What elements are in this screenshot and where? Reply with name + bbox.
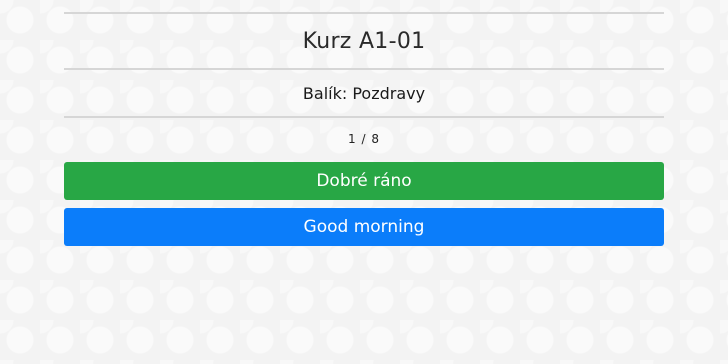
progress-counter: 1 / 8	[348, 132, 380, 146]
flashcard-panel: Kurz A1-01 Balík: Pozdravy 1 / 8 Dobré r…	[64, 0, 664, 246]
course-title: Kurz A1-01	[302, 28, 426, 54]
source-phrase-card[interactable]: Dobré ráno	[64, 162, 664, 200]
translation-card[interactable]: Good morning	[64, 208, 664, 246]
package-title: Balík: Pozdravy	[302, 83, 426, 103]
